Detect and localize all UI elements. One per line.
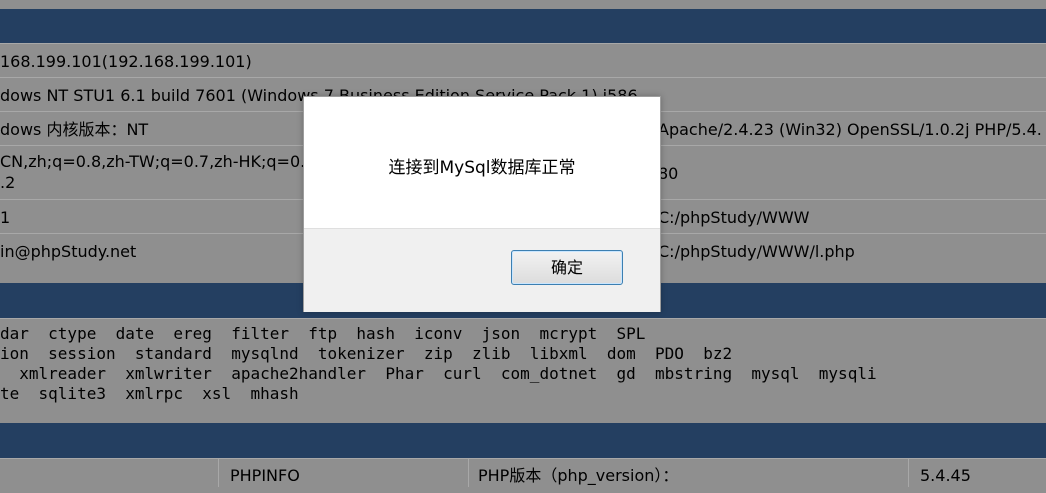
dialog-message: 连接到MySql数据库正常 bbox=[388, 158, 576, 178]
ok-button[interactable]: 确定 bbox=[511, 250, 623, 285]
alert-dialog: 连接到MySql数据库正常 确定 bbox=[303, 96, 661, 312]
dialog-footer: 确定 bbox=[304, 228, 660, 312]
dialog-overlay: 连接到MySql数据库正常 确定 bbox=[0, 0, 1046, 486]
